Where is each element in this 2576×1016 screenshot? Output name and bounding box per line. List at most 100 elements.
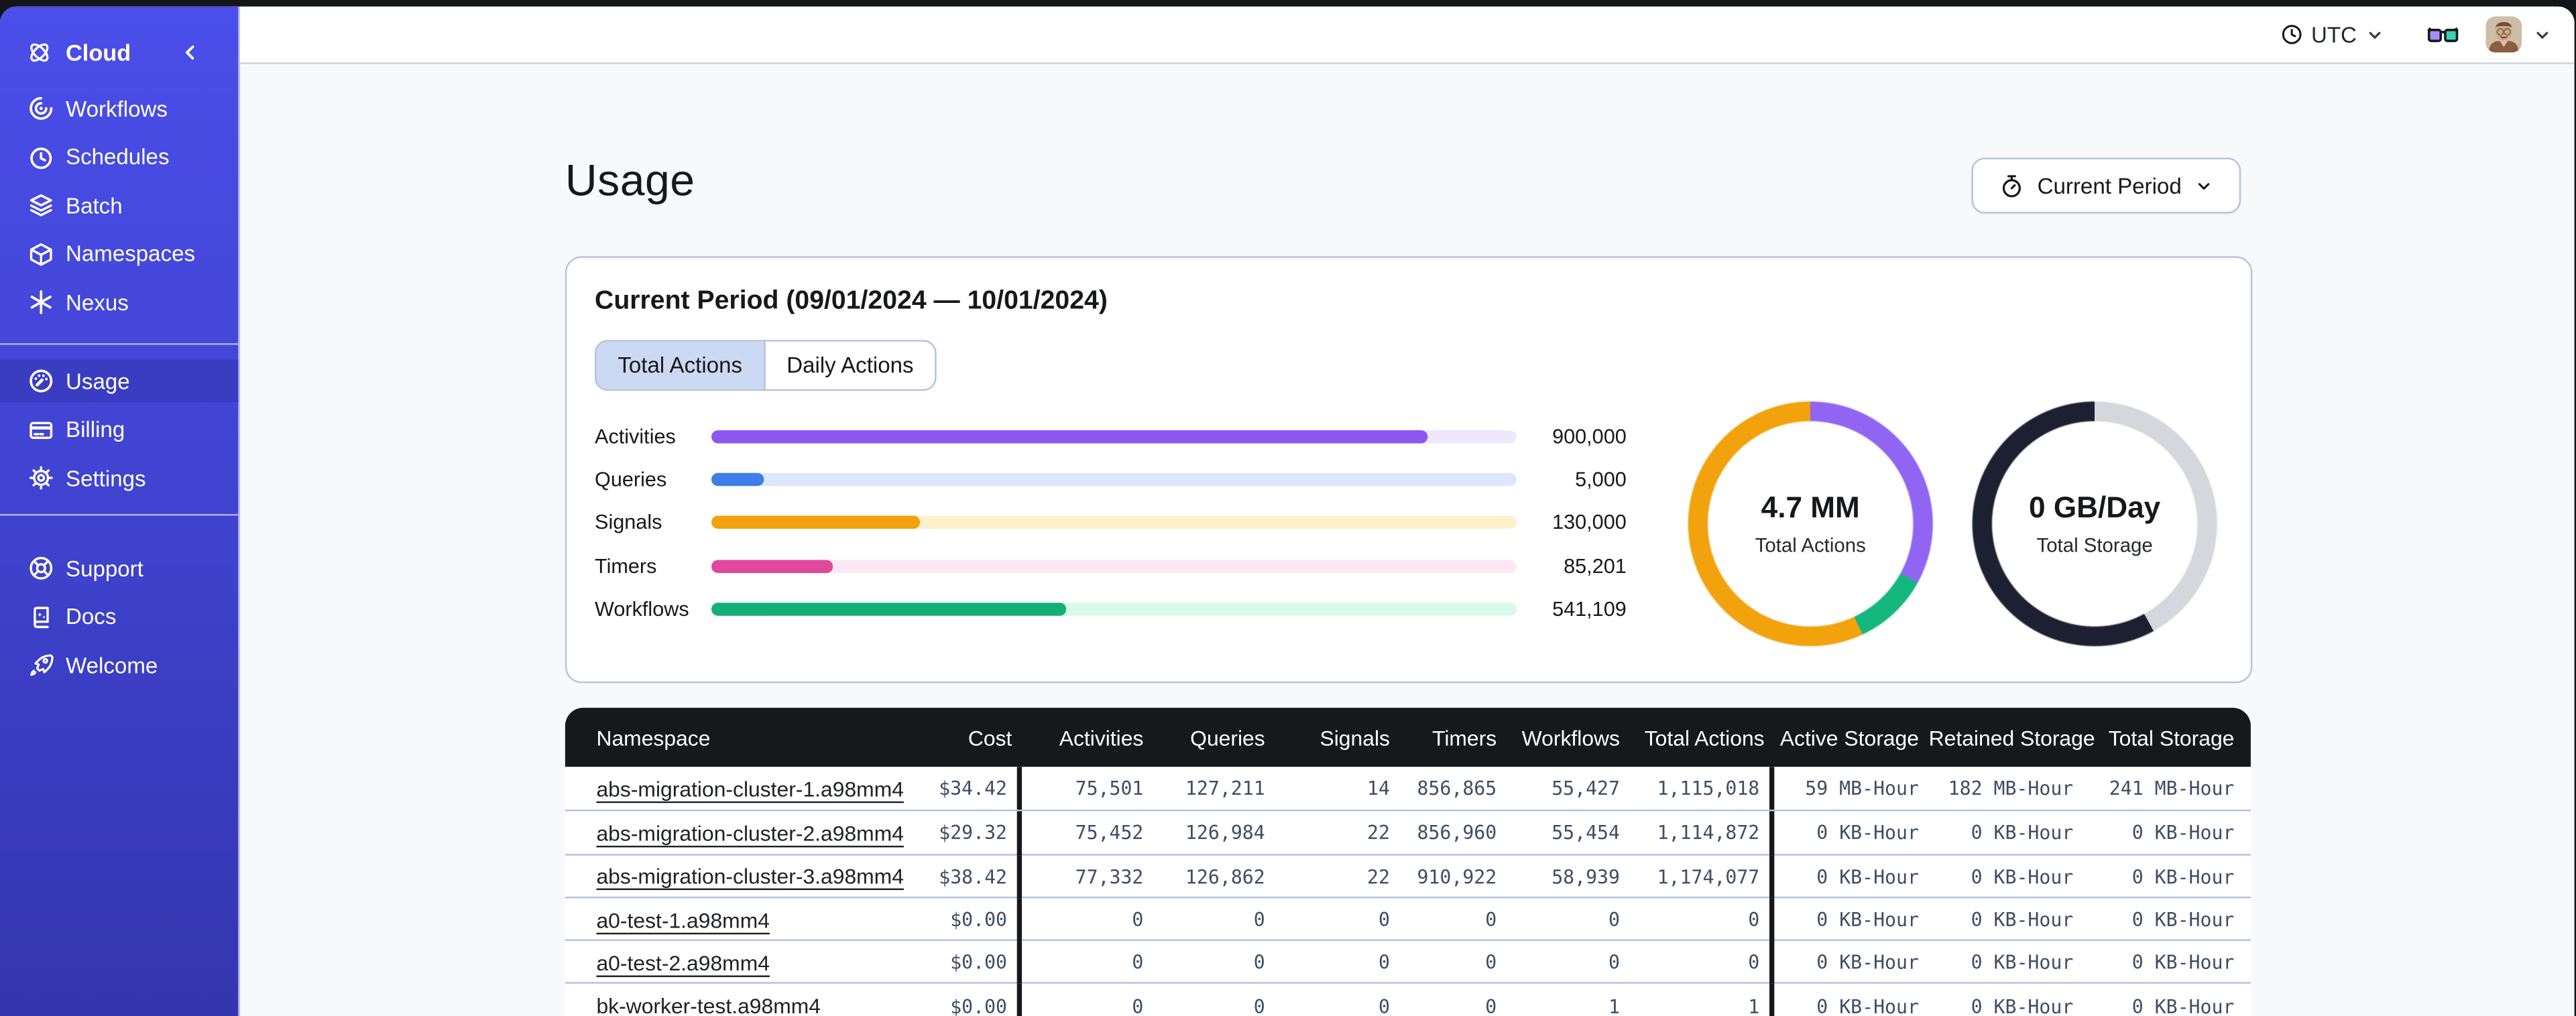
bar-label: Signals — [595, 511, 662, 535]
column-header-timers: Timers — [1432, 724, 1497, 750]
cell-namespace: a0-test-1.a98mm4 — [565, 907, 845, 932]
sidebar-brand[interactable]: Cloud — [26, 31, 222, 74]
bar-fill — [711, 559, 833, 573]
page-title: Usage — [565, 155, 695, 206]
app-window: Cloud Workflows Schedules Batch Namespac… — [0, 6, 2574, 1016]
settings-icon — [29, 466, 53, 490]
tab-total-actions[interactable]: Total Actions — [596, 341, 764, 389]
bar-label: Workflows — [595, 597, 689, 621]
nerd-glasses-button[interactable] — [2426, 24, 2459, 46]
sidebar-item-batch[interactable]: Batch — [0, 184, 238, 227]
sidebar-item-billing[interactable]: Billing — [0, 408, 238, 451]
cell-cost: $38.42 — [844, 854, 1022, 899]
current-period-card: Current Period (09/01/2024 — 10/01/2024)… — [565, 256, 2253, 684]
namespace-link[interactable]: a0-test-1.a98mm4 — [596, 907, 770, 932]
cell-activities: 75,452 — [1075, 822, 1144, 845]
workflows-icon — [30, 97, 53, 120]
nexus-icon — [30, 290, 52, 314]
usage-icon — [30, 369, 53, 393]
period-selector-button[interactable]: Current Period — [1971, 157, 2241, 214]
donut-value: 0 GB/Day — [2029, 491, 2161, 524]
cell-total-actions: 0 — [1630, 898, 1775, 942]
cell-signals: 0 — [1378, 994, 1390, 1016]
cell-total-actions: 0 — [1630, 941, 1775, 985]
column-header-total-actions: Total Actions — [1644, 724, 1765, 750]
tab-daily-actions[interactable]: Daily Actions — [763, 341, 935, 389]
column-header-queries: Queries — [1190, 724, 1265, 750]
sidebar-item-support[interactable]: Support — [0, 547, 238, 590]
avatar-image — [2485, 16, 2521, 53]
namespace-link[interactable]: bk-worker-test.a98mm4 — [596, 994, 821, 1016]
sidebar-item-usage[interactable]: Usage — [0, 359, 239, 403]
bar-fill — [711, 602, 1066, 616]
cell-activities: 0 — [1132, 994, 1144, 1016]
cell-workflows: 55,454 — [1552, 822, 1620, 845]
cell-retained-storage: 0 KB-Hour — [1971, 951, 2074, 974]
topbar: UTC — [239, 6, 2574, 64]
app-stage: Cloud Workflows Schedules Batch Namespac… — [0, 0, 2576, 1016]
sidebar-item-docs[interactable]: Docs — [0, 595, 238, 638]
column-header-active-storage: Active Storage — [1779, 724, 1919, 750]
sidebar-item-label: Schedules — [66, 144, 170, 170]
table-row: bk-worker-test.a98mm4 $0.00 0 0 0 0 1 1 0 KB-Hou… — [565, 982, 2251, 1016]
actions-tab-group: Total Actions Daily Actions — [595, 340, 937, 391]
sidebar-item-welcome[interactable]: Welcome — [0, 644, 238, 687]
column-header-signals: Signals — [1320, 724, 1390, 750]
sidebar-item-nexus[interactable]: Nexus — [0, 281, 238, 324]
table-row: abs-migration-cluster-3.a98mm4 $38.42 77,3… — [565, 853, 2251, 899]
sidebar-item-namespaces[interactable]: Namespaces — [0, 233, 238, 275]
cell-total-storage: 0 KB-Hour — [2131, 822, 2235, 845]
cell-active-storage: 0 KB-Hour — [1816, 822, 1919, 845]
sidebar-item-settings[interactable]: Settings — [0, 456, 238, 499]
bar-label: Timers — [595, 554, 657, 578]
brand-label: Cloud — [66, 39, 131, 66]
cell-active-storage: 0 KB-Hour — [1816, 994, 1919, 1016]
glasses-icon — [2426, 26, 2458, 42]
total-storage-donut-label: 0 GB/Day Total Storage — [1971, 401, 2218, 647]
sidebar-item-label: Workflows — [66, 96, 168, 121]
namespace-link[interactable]: a0-test-2.a98mm4 — [596, 950, 770, 975]
cell-namespace: a0-test-2.a98mm4 — [565, 950, 845, 975]
bar-track — [711, 473, 1517, 487]
cell-namespace: abs-migration-cluster-2.a98mm4 — [565, 821, 904, 846]
cell-total-storage: 0 KB-Hour — [2131, 951, 2235, 974]
temporal-logo-icon — [30, 43, 49, 62]
welcome-icon — [30, 654, 54, 676]
cell-cost: $0.00 — [844, 941, 1022, 985]
bar-row-activities: Activities 900,000 — [595, 416, 1627, 458]
user-avatar[interactable] — [2485, 16, 2521, 53]
sidebar-item-workflows[interactable]: Workflows — [0, 87, 238, 130]
support-icon — [30, 556, 53, 580]
column-header-workflows: Workflows — [1521, 724, 1620, 750]
namespace-usage-table: Namespace Cost Activities Queries Signals Tim… — [565, 708, 2251, 1016]
bar-fill — [711, 516, 921, 530]
table-row: a0-test-2.a98mm4 $0.00 0 0 0 0 0 0 0 KB-Hour 0 KB… — [565, 940, 2251, 985]
cell-namespace: bk-worker-test.a98mm4 — [565, 994, 845, 1016]
cell-timers: 0 — [1485, 994, 1497, 1016]
chevron-down-icon — [2198, 182, 2210, 189]
bar-row-signals: Signals 130,000 — [595, 501, 1627, 544]
table-header: Namespace Cost Activities Queries Signals Tim… — [565, 708, 2251, 767]
bar-row-timers: Timers 85,201 — [595, 544, 1627, 587]
cell-signals: 14 — [1366, 777, 1390, 800]
sidebar-divider — [0, 343, 239, 345]
cell-cost: $0.00 — [844, 898, 1022, 942]
account-menu-button[interactable] — [2532, 25, 2551, 44]
collapse-sidebar-icon[interactable] — [179, 41, 202, 64]
cell-timers: 856,960 — [1417, 822, 1497, 845]
cell-queries: 126,984 — [1185, 822, 1265, 845]
column-header-total-storage: Total Storage — [2108, 724, 2235, 750]
bar-value: 900,000 — [1552, 425, 1627, 449]
cell-queries: 126,862 — [1185, 865, 1265, 888]
cell-timers: 0 — [1485, 951, 1497, 974]
timezone-selector[interactable]: UTC — [2280, 22, 2383, 47]
cell-total-storage: 241 MB-Hour — [2109, 777, 2235, 800]
cell-retained-storage: 0 KB-Hour — [1971, 994, 2074, 1016]
actions-bar-chart: Activities 900,000 Queries 5,000 Signals 130,… — [595, 416, 1627, 631]
cell-workflows: 0 — [1608, 951, 1620, 974]
cell-timers: 0 — [1485, 908, 1497, 932]
column-header-cost: Cost — [968, 724, 1012, 750]
column-header-activities: Activities — [1059, 724, 1144, 750]
sidebar: Cloud Workflows Schedules Batch Namespac… — [0, 6, 240, 1016]
sidebar-item-schedules[interactable]: Schedules — [0, 135, 238, 178]
